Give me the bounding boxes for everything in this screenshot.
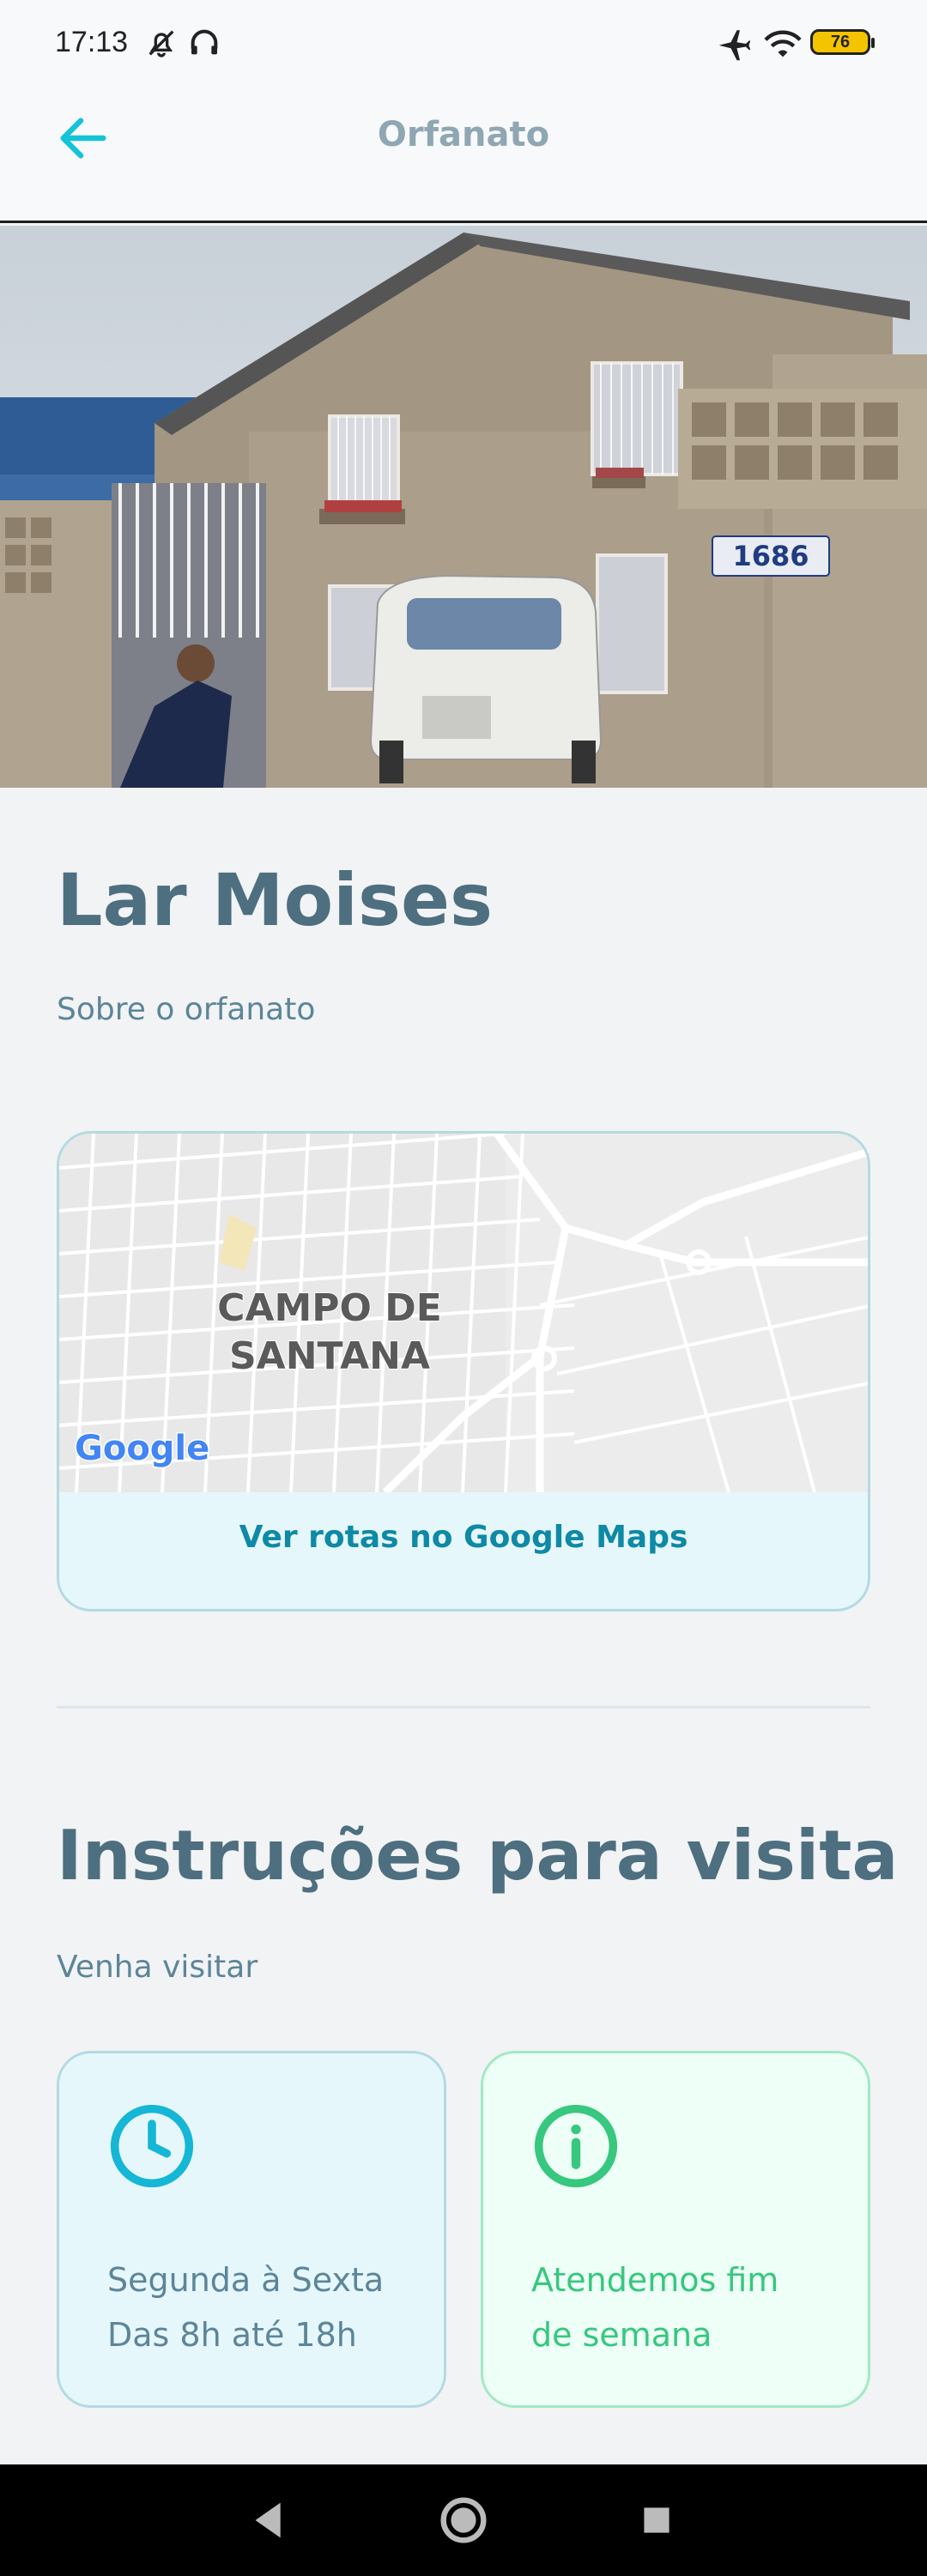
house-number: 1686 (732, 540, 809, 572)
bell-off-icon (144, 26, 179, 63)
weekend-line1: Atendemos fim (531, 2261, 779, 2299)
visit-instructions-title: Instruções para visita (57, 1816, 899, 1896)
system-navigation-bar (0, 2464, 927, 2576)
wifi-icon (764, 26, 802, 63)
nav-home-button[interactable] (433, 2490, 494, 2550)
map-district-line1: CAMPO DE (217, 1286, 442, 1330)
section-divider (57, 1706, 870, 1708)
orphanage-name: Lar Moises (57, 858, 493, 942)
app-header: Orfanato (0, 86, 927, 223)
weekend-line2: de semana (531, 2316, 712, 2354)
visit-instructions-subtitle: Venha visitar (57, 1950, 258, 1985)
clock-icon (107, 2101, 197, 2194)
triangle-back-icon (255, 2502, 281, 2538)
airplane-icon (716, 26, 752, 65)
nav-recents-button[interactable] (627, 2490, 687, 2550)
orphanage-about: Sobre o orfanato (57, 992, 316, 1027)
circle-home-icon (440, 2497, 487, 2543)
google-logo: Google (75, 1429, 209, 1468)
map-preview[interactable]: CAMPO DE SANTANA Google (59, 1134, 868, 1496)
status-bar: 17:13 76 (0, 0, 927, 86)
weekend-info-card: Atendemos fim de semana (481, 2051, 870, 2408)
map-district-line2: SANTANA (229, 1334, 430, 1378)
opening-hours: Das 8h até 18h (107, 2316, 357, 2354)
info-icon (531, 2101, 621, 2194)
opening-days: Segunda à Sexta (107, 2261, 385, 2299)
google-maps-directions-link[interactable]: Ver rotas no Google Maps (59, 1520, 868, 1555)
square-recents-icon (644, 2507, 670, 2533)
battery-indicator: 76 (810, 29, 875, 55)
map-card[interactable]: CAMPO DE SANTANA Google Ver rotas no Goo… (57, 1131, 870, 1612)
opening-hours-card: Segunda à Sexta Das 8h até 18h (57, 2051, 446, 2408)
page-title: Orfanato (377, 115, 550, 154)
status-time: 17:13 (55, 26, 129, 58)
headphones-icon (187, 26, 221, 63)
nav-back-button[interactable] (240, 2490, 300, 2550)
orphanage-photo: 1686 (0, 226, 927, 788)
